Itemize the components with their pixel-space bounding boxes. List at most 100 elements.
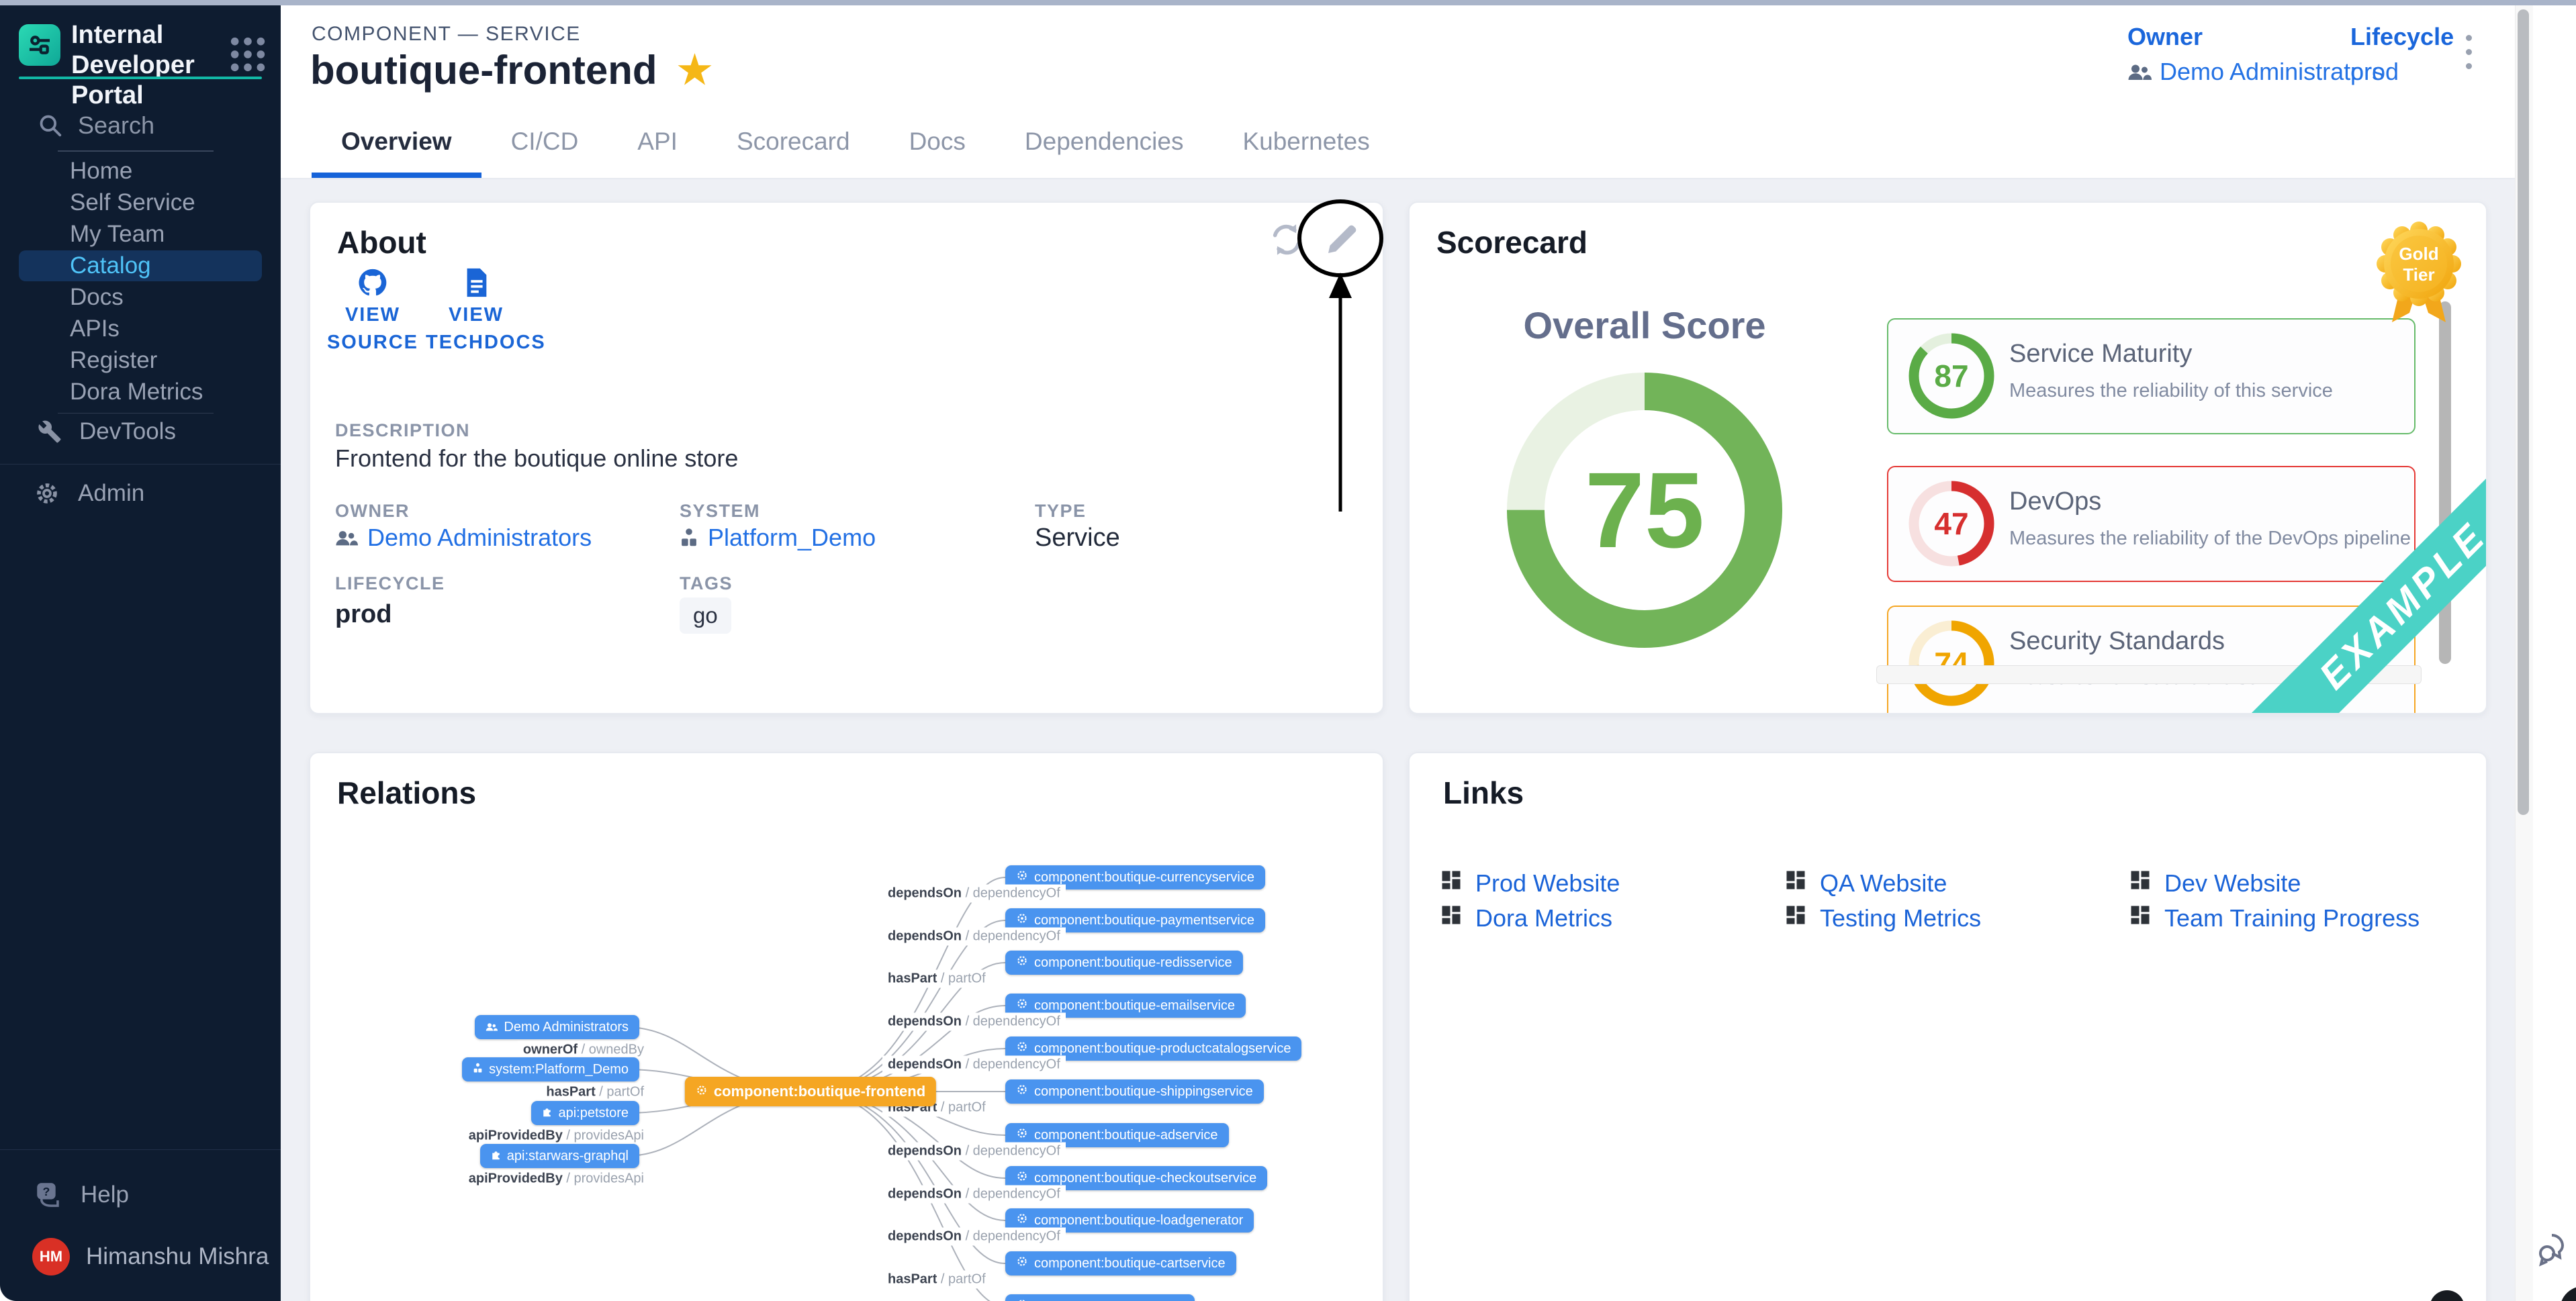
- system-field-link[interactable]: Platform_Demo: [680, 524, 876, 552]
- header-lifecycle: Lifecycle prod: [2350, 23, 2454, 86]
- tab-overview[interactable]: Overview: [312, 108, 481, 178]
- link-dora-metrics[interactable]: Dora Metrics: [1439, 903, 1612, 933]
- relation-node-center[interactable]: component:boutique-frontend: [685, 1077, 936, 1106]
- chat-bubbles-icon[interactable]: [2536, 1230, 2573, 1267]
- sidebar-item-label: DevTools: [79, 418, 176, 445]
- sidebar-item-register[interactable]: Register: [0, 345, 281, 376]
- about-title: About: [337, 224, 426, 260]
- dashboard-icon: [1784, 903, 1808, 933]
- window-top-strip: [0, 0, 2576, 5]
- score-card-devops[interactable]: 47 DevOps Measures the reliability of the …: [1887, 466, 2416, 582]
- github-icon: [357, 267, 388, 298]
- link-testing-metrics[interactable]: Testing Metrics: [1784, 903, 1981, 933]
- lifecycle-field-label: LIFECYCLE: [335, 573, 445, 594]
- sidebar-item-home[interactable]: Home: [0, 156, 281, 187]
- relations-card: Relations Demo AdministratorsownerOf / o…: [309, 752, 1384, 1301]
- tab-docs[interactable]: Docs: [880, 108, 995, 178]
- score-name: Service Maturity: [2009, 340, 2192, 369]
- edge-label: hasPart / partOf: [882, 970, 991, 988]
- svg-text:Gold: Gold: [2399, 244, 2438, 264]
- sidebar-nav: HomeSelf ServiceMy TeamCatalogDocsAPIsRe…: [0, 156, 281, 407]
- sliders-icon: [26, 32, 53, 58]
- component-icon: [1016, 912, 1028, 928]
- tag-chip[interactable]: go: [680, 597, 731, 634]
- score-value: 87: [1904, 329, 1998, 423]
- api-icon: [542, 1106, 552, 1121]
- score-value: 47: [1904, 477, 1998, 571]
- nav-divider: [0, 464, 281, 465]
- view-techdocs-line2: TECHDOCS: [426, 332, 546, 353]
- score-description: Measures the reliability of this service: [2009, 380, 2333, 402]
- edge-label: dependsOn / dependencyOf: [882, 1143, 1066, 1161]
- header-owner: Owner Demo Administrators: [2127, 23, 2384, 86]
- star-icon[interactable]: ★: [678, 51, 712, 90]
- sidebar-search[interactable]: Search: [38, 111, 154, 140]
- component-icon: [1016, 869, 1028, 885]
- svg-text:?: ?: [43, 1185, 50, 1198]
- relation-node-system-platform-demo[interactable]: system:Platform_Demo: [462, 1057, 639, 1081]
- score-name: DevOps: [2009, 487, 2101, 516]
- search-input[interactable]: Search: [78, 111, 154, 140]
- owner-label: Owner: [2127, 23, 2384, 51]
- component-icon: [1016, 1255, 1028, 1271]
- tab-scorecard[interactable]: Scorecard: [707, 108, 880, 178]
- owner-field-value: Demo Administrators: [367, 524, 592, 552]
- component-icon: [1016, 998, 1028, 1014]
- svg-text:Tier: Tier: [2403, 264, 2434, 285]
- owner-field-link[interactable]: Demo Administrators: [335, 524, 592, 552]
- docs-icon: [461, 267, 491, 298]
- relation-node-demo-administrators[interactable]: Demo Administrators: [475, 1015, 639, 1039]
- sidebar-item-self-service[interactable]: Self Service: [0, 187, 281, 218]
- component-icon: [1016, 1170, 1028, 1186]
- sidebar-item-devtools[interactable]: DevTools: [38, 416, 176, 447]
- entity-tabs: OverviewCI/CDAPIScorecardDocsDependencie…: [312, 108, 1399, 178]
- tab-kubernetes[interactable]: Kubernetes: [1213, 108, 1399, 178]
- relation-node-component-boutique-cartservice[interactable]: component:boutique-cartservice: [1005, 1251, 1236, 1275]
- help-chat-icon: ?: [35, 1181, 63, 1209]
- link-team-training-progress[interactable]: Team Training Progress: [2128, 903, 2420, 933]
- sidebar-item-help[interactable]: ? Help: [35, 1179, 129, 1210]
- sidebar-item-catalog[interactable]: Catalog: [19, 250, 262, 281]
- owner-link[interactable]: Demo Administrators: [2127, 58, 2384, 86]
- dashboard-icon: [1439, 868, 1463, 898]
- page-scrollbar-thumb[interactable]: [2518, 9, 2529, 815]
- relation-node-component-boutique-shippingservice[interactable]: component:boutique-shippingservice: [1005, 1079, 1264, 1104]
- link-dev-website[interactable]: Dev Website: [2128, 868, 2301, 898]
- score-description: Measures the reliability of the DevOps p…: [2009, 528, 2411, 550]
- group-icon: [486, 1020, 498, 1035]
- view-source-button[interactable]: VIEW SOURCE: [322, 267, 423, 356]
- apps-grid-icon[interactable]: [228, 35, 267, 77]
- sidebar-item-admin[interactable]: Admin: [34, 478, 144, 509]
- overall-score-value: 75: [1504, 369, 1786, 651]
- sidebar-item-docs[interactable]: Docs: [0, 282, 281, 313]
- sidebar-item-dora-metrics[interactable]: Dora Metrics: [0, 377, 281, 407]
- lifecycle-label: Lifecycle: [2350, 23, 2454, 51]
- edge-label: apiProvidedBy / providesApi: [463, 1170, 649, 1188]
- link-qa-website[interactable]: QA Website: [1784, 868, 1947, 898]
- relation-node-api-petstore[interactable]: api:petstore: [531, 1101, 639, 1125]
- tab-dependencies[interactable]: Dependencies: [995, 108, 1213, 178]
- portal-logo: [19, 24, 60, 66]
- search-underline: [58, 150, 214, 152]
- edge-label: dependsOn / dependencyOf: [882, 1056, 1066, 1074]
- tab-ci-cd[interactable]: CI/CD: [481, 108, 608, 178]
- relation-node-api-starwars-graphql[interactable]: api:starwars-graphql: [480, 1144, 639, 1168]
- user-menu[interactable]: HM Himanshu Mishra: [32, 1238, 269, 1275]
- view-techdocs-line1: VIEW: [449, 304, 504, 326]
- dashboard-icon: [2128, 903, 2152, 933]
- relation-node-component-boutique-redisservice[interactable]: component:boutique-redisservice: [1005, 951, 1243, 975]
- link-prod-website[interactable]: Prod Website: [1439, 868, 1620, 898]
- scorecard-title: Scorecard: [1436, 224, 1588, 260]
- sidebar-item-apis[interactable]: APIs: [0, 314, 281, 344]
- tab-api[interactable]: API: [608, 108, 707, 178]
- more-options-icon[interactable]: [2466, 35, 2472, 69]
- sidebar-item-my-team[interactable]: My Team: [0, 219, 281, 250]
- score-card-service-maturity[interactable]: 87 Service Maturity Measures the reliabili…: [1887, 318, 2416, 434]
- relation-node-partial[interactable]: [1005, 1294, 1195, 1301]
- links-title: Links: [1443, 775, 1524, 811]
- link-label: Prod Website: [1475, 869, 1620, 898]
- view-techdocs-button[interactable]: VIEW TECHDOCS: [426, 267, 526, 356]
- entity-header: COMPONENT — SERVICE boutique-frontend ★ …: [281, 5, 2515, 179]
- type-field-label: TYPE: [1035, 501, 1087, 522]
- tags-field-label: TAGS: [680, 573, 733, 594]
